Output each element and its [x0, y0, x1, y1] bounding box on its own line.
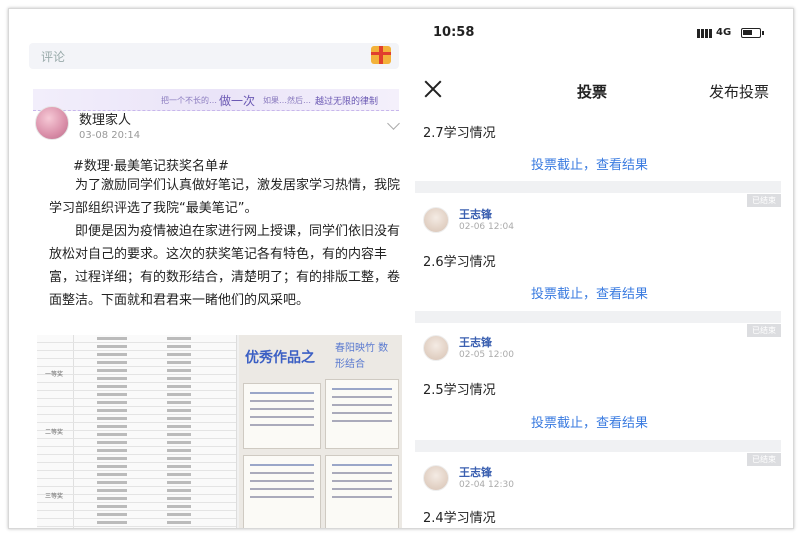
- vote-panel: 10:58 4G 投票 发布投票 2.7学习情况 投票截止，查看结果 已结束 王…: [403, 9, 781, 528]
- table-row: [37, 351, 236, 359]
- post-paragraph: 为了激励同学们认真做好笔记，激发居家学习热情，我院学习部组织评选了我院“最美笔记…: [49, 178, 401, 216]
- post-paragraph: 即便是因为疫情被迫在家进行网上授课，同学们依旧没有放松对自己的要求。这次的获奖笔…: [49, 224, 401, 308]
- notes-collage-image: 优秀作品之 春阳映竹 数形结合: [239, 335, 402, 528]
- gift-icon[interactable]: [371, 46, 391, 64]
- network-type: 4G: [716, 27, 732, 38]
- table-row: [37, 455, 236, 463]
- avatar[interactable]: [423, 335, 449, 361]
- nav-bar: 投票 发布投票: [403, 71, 781, 109]
- user-name[interactable]: 王志锋: [459, 464, 492, 480]
- table-row: [37, 423, 236, 431]
- header-banner: 把一个不长的… 做一次 如果…然后… 越过无限的律制: [33, 89, 399, 111]
- table-row: [37, 407, 236, 415]
- vote-date: 02-04 12:30: [459, 480, 514, 490]
- user-name[interactable]: 王志锋: [459, 206, 492, 222]
- status-time: 10:58: [433, 25, 475, 40]
- table-row: [37, 375, 236, 383]
- banner-text-1: 把一个不长的…: [161, 96, 217, 105]
- row-label: 一等奖: [45, 371, 64, 378]
- table-row: [37, 359, 236, 367]
- vote-title[interactable]: 2.5学习情况: [423, 379, 496, 398]
- table-row: [37, 503, 236, 511]
- status-badge: 已结束: [747, 453, 781, 466]
- comment-placeholder: 评论: [41, 50, 66, 64]
- table-row: [37, 487, 236, 495]
- view-results-link[interactable]: 投票截止，查看结果: [531, 283, 648, 302]
- vote-title[interactable]: 2.4学习情况: [423, 507, 496, 526]
- table-row: [37, 431, 236, 439]
- table-row: [37, 447, 236, 455]
- banner-text-3: 如果…然后…: [263, 96, 311, 105]
- collage-calligraphy: 春阳映竹 数形结合: [335, 343, 389, 370]
- table-row: [37, 383, 236, 391]
- row-label: 二等奖: [45, 429, 64, 436]
- table-row: [37, 479, 236, 487]
- view-results-link[interactable]: 投票截止，查看结果: [531, 412, 648, 431]
- publish-vote-button[interactable]: 发布投票: [709, 81, 769, 102]
- vote-date: 02-06 12:04: [459, 222, 514, 232]
- author-name[interactable]: 数理家人: [79, 109, 131, 128]
- page-title: 投票: [577, 83, 608, 101]
- divider: [415, 181, 781, 193]
- vote-date: 02-05 12:00: [459, 350, 514, 360]
- table-row: [37, 399, 236, 407]
- status-badge: 已结束: [747, 324, 781, 337]
- avatar[interactable]: [423, 465, 449, 491]
- vote-title[interactable]: 2.7学习情况: [423, 122, 496, 141]
- table-row: [37, 391, 236, 399]
- post-title: #数理·最美笔记获奖名单#: [73, 159, 229, 174]
- table-row: [37, 367, 236, 375]
- vote-title[interactable]: 2.6学习情况: [423, 251, 496, 270]
- post-date: 03-08 20:14: [79, 130, 141, 141]
- post-panel: 评论 把一个不长的… 做一次 如果…然后… 越过无限的律制 数理家人 03-08…: [23, 9, 403, 528]
- table-row: [37, 335, 236, 343]
- table-row: [37, 511, 236, 519]
- collage-title: 优秀作品之: [245, 350, 315, 366]
- table-row: [37, 463, 236, 471]
- signal-icon: [697, 29, 713, 38]
- view-results-link[interactable]: 投票截止，查看结果: [531, 154, 648, 173]
- screenshot-frame: 评论 把一个不长的… 做一次 如果…然后… 越过无限的律制 数理家人 03-08…: [8, 8, 794, 529]
- close-icon[interactable]: [423, 79, 443, 99]
- post-image[interactable]: 一等奖 二等奖 三等奖 优秀作品之 春阳映竹 数形结合: [37, 335, 402, 528]
- award-table-image: 一等奖 二等奖 三等奖: [37, 335, 237, 528]
- author-avatar[interactable]: [35, 106, 69, 140]
- status-bar: 10:58 4G: [403, 9, 781, 41]
- chevron-down-icon[interactable]: [387, 117, 400, 130]
- table-row: [37, 415, 236, 423]
- user-name[interactable]: 王志锋: [459, 334, 492, 350]
- table-row: [37, 519, 236, 527]
- table-row: [37, 439, 236, 447]
- avatar[interactable]: [423, 207, 449, 233]
- table-row: [37, 343, 236, 351]
- table-row: [37, 471, 236, 479]
- battery-icon: [741, 28, 764, 38]
- status-badge: 已结束: [747, 194, 781, 207]
- table-row: [37, 495, 236, 503]
- divider: [415, 311, 781, 323]
- banner-text-4: 越过无限的律制: [315, 97, 379, 107]
- post-body: 为了激励同学们认真做好笔记，激发居家学习热情，我院学习部组织评选了我院“最美笔记…: [49, 174, 402, 312]
- row-label: 三等奖: [45, 493, 64, 500]
- divider: [415, 440, 781, 452]
- comment-input[interactable]: 评论: [29, 43, 399, 69]
- banner-text-2: 做一次: [219, 94, 256, 108]
